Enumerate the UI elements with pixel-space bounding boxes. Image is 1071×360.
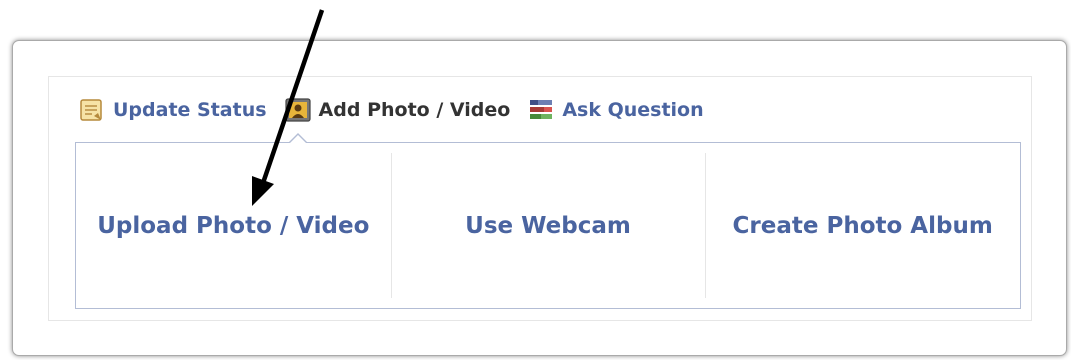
tab-label: Add Photo / Video: [318, 99, 511, 121]
composer-tabs: Update Status Add Photo / Video Ask Ques: [79, 94, 722, 126]
use-webcam-option[interactable]: Use Webcam: [390, 143, 706, 308]
option-label: Upload Photo / Video: [97, 212, 370, 239]
status-note-icon: [79, 97, 105, 123]
photo-options-panel: Upload Photo / Video Use Webcam Create P…: [75, 142, 1021, 309]
question-list-icon: [528, 97, 554, 123]
photo-icon: [284, 97, 311, 123]
upload-photo-video-option[interactable]: Upload Photo / Video: [76, 143, 391, 308]
tab-label: Update Status: [113, 99, 267, 121]
tab-ask-question[interactable]: Ask Question: [528, 97, 704, 123]
tab-label: Ask Question: [562, 99, 704, 121]
active-tab-caret-inner: [289, 135, 307, 144]
option-label: Create Photo Album: [732, 212, 993, 239]
tab-update-status[interactable]: Update Status: [79, 97, 267, 123]
tab-add-photo-video[interactable]: Add Photo / Video: [284, 97, 511, 123]
create-photo-album-option[interactable]: Create Photo Album: [705, 143, 1020, 308]
option-label: Use Webcam: [465, 212, 631, 239]
